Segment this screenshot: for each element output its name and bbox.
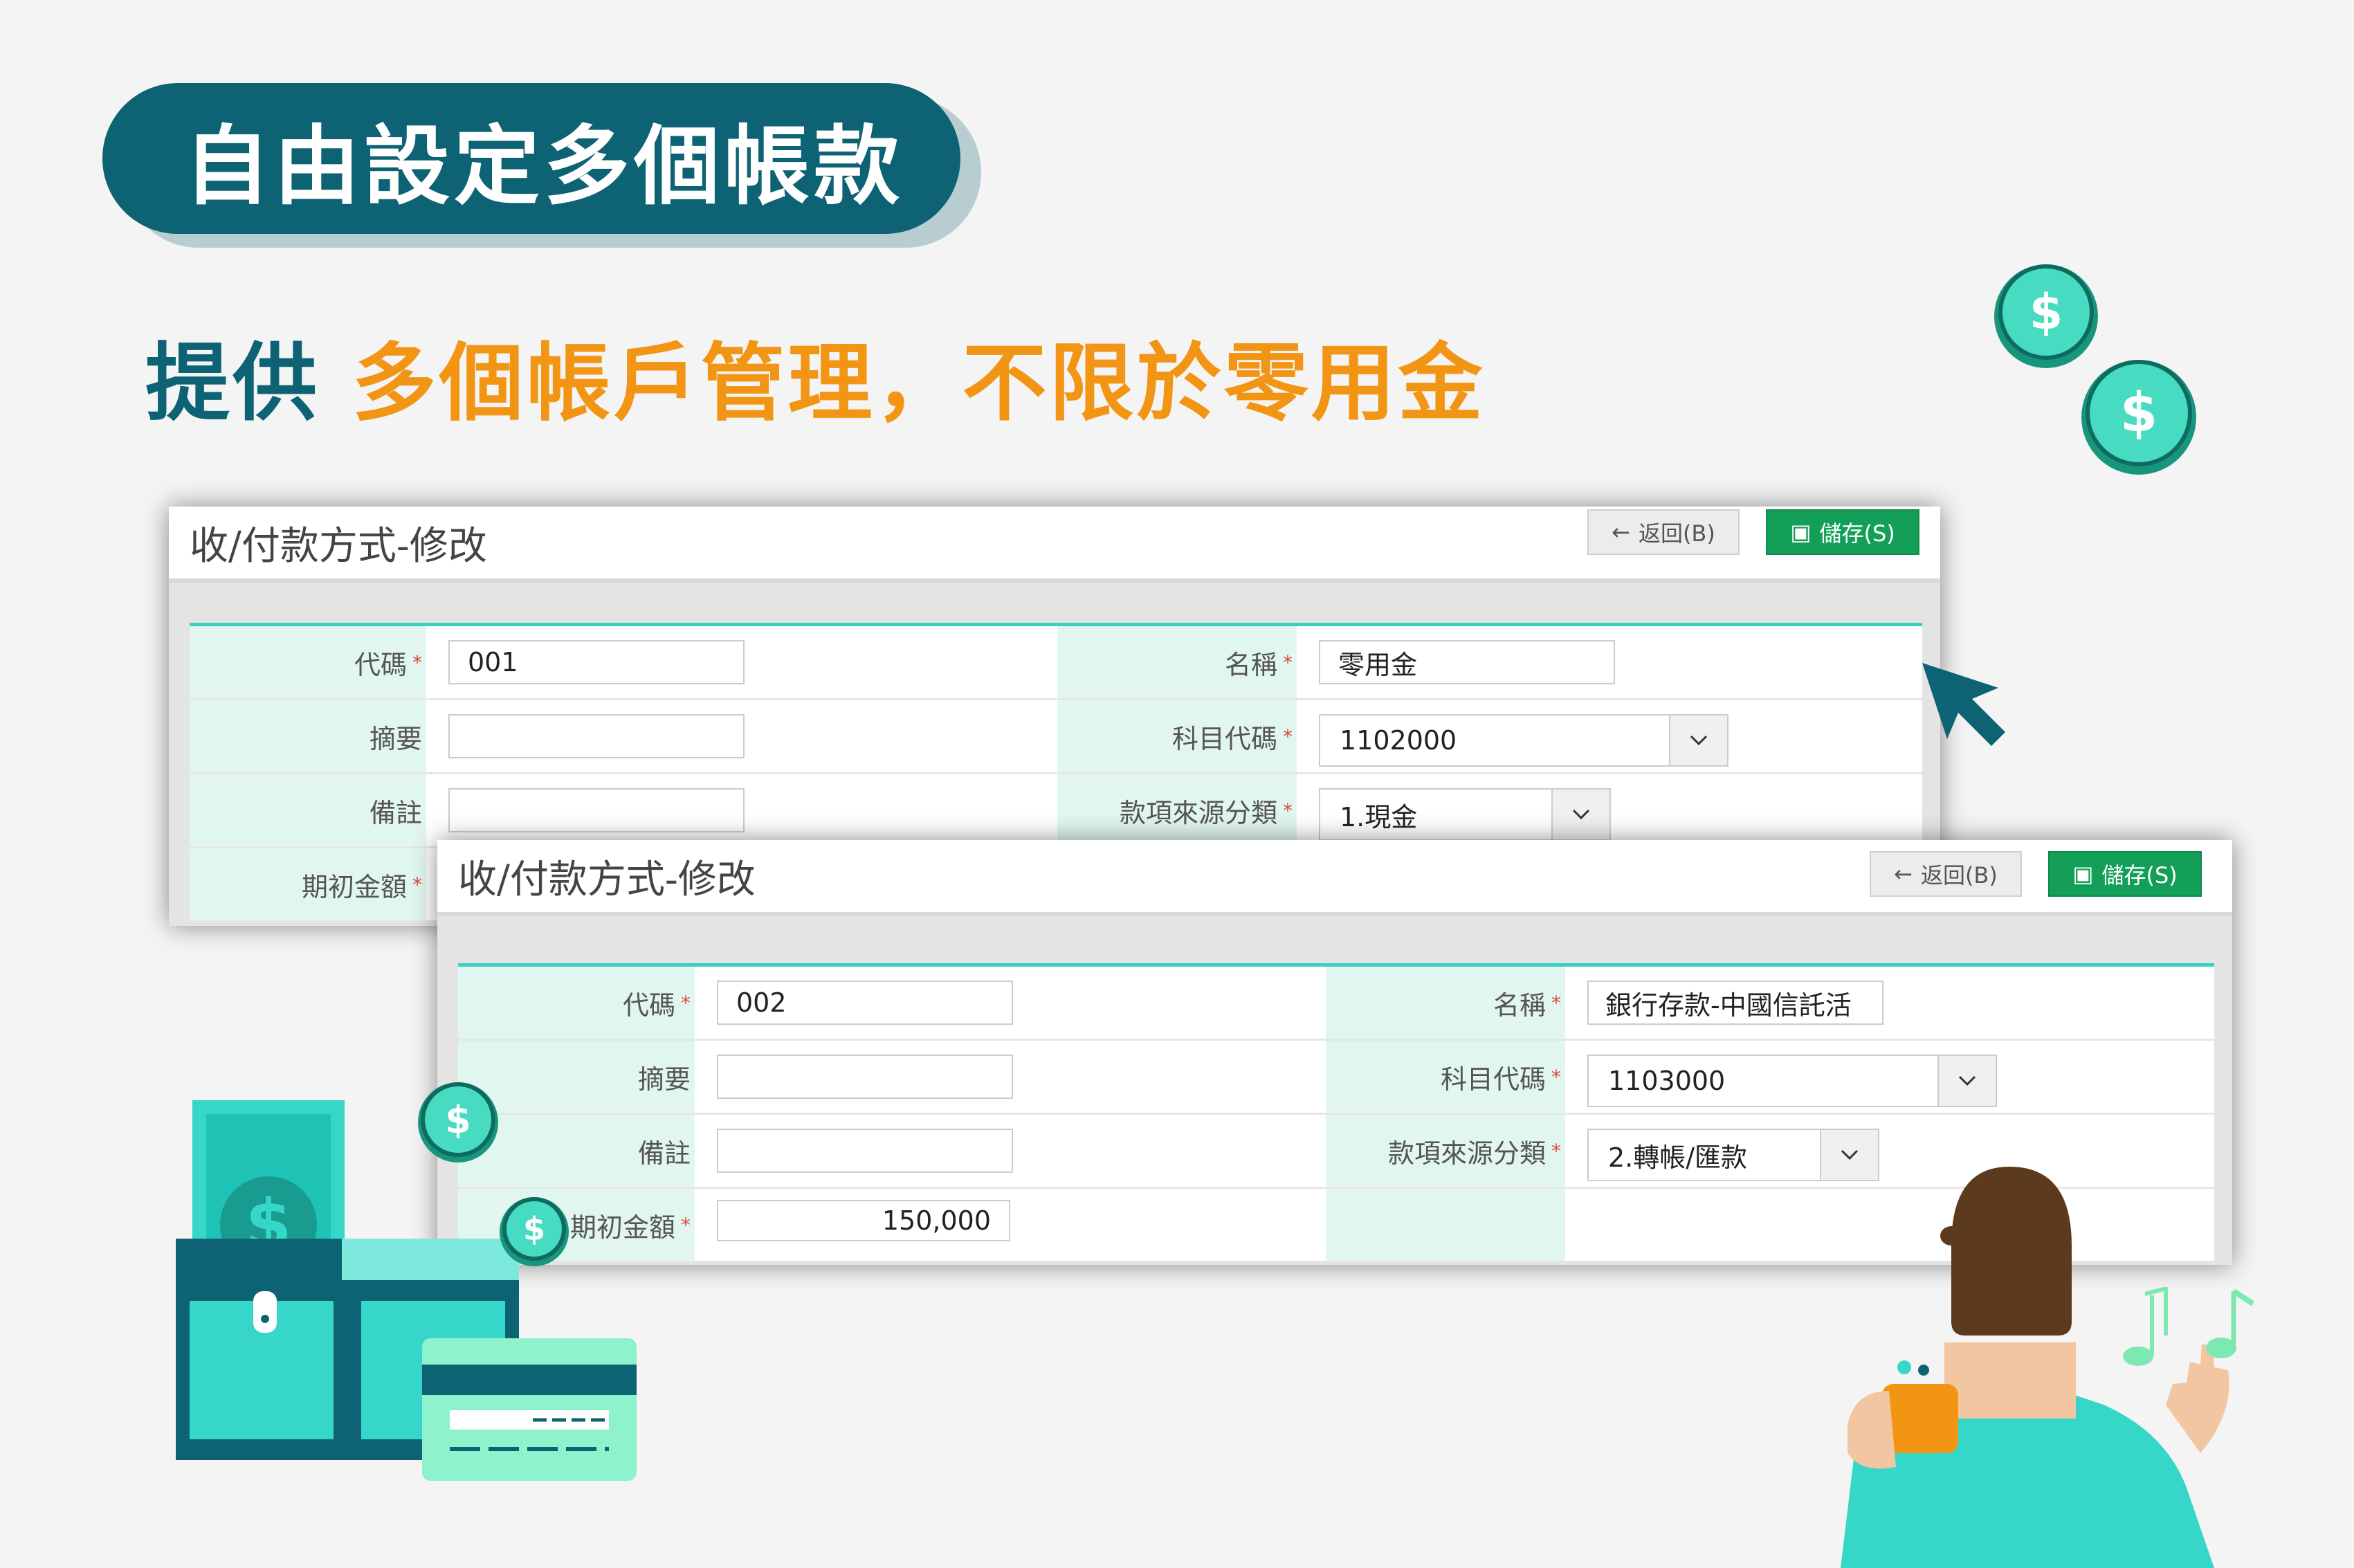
back-button[interactable]: ← 返回(B) (1587, 509, 1740, 555)
form-row: 摘要 科目代碼 * 1102000 (190, 700, 1922, 774)
floppy-disk-icon: ▣ (2072, 861, 2094, 887)
name-input[interactable]: 零用金 (1319, 640, 1615, 684)
headline-highlight: 多個帳戶管理，不限於零用金 (352, 334, 1486, 432)
code-input[interactable]: 001 (448, 640, 745, 684)
music-note-icon (2206, 1288, 2255, 1358)
arrow-left-icon: ← (1612, 519, 1630, 545)
account-code-select[interactable]: 1102000 (1319, 714, 1728, 767)
name-input[interactable]: 銀行存款-中國信託活 (1587, 981, 1883, 1025)
field-label: 款項來源分類 * (1326, 1115, 1565, 1187)
source-category-select[interactable]: 2.轉帳/匯款 (1587, 1129, 1879, 1181)
panel-header: 收/付款方式-修改 ← 返回(B) ▣ 儲存(S) (437, 840, 2232, 916)
field-label: 科目代碼 * (1326, 1041, 1565, 1113)
account-code-select[interactable]: 1103000 (1587, 1055, 1997, 1107)
summary-input[interactable] (448, 714, 745, 758)
chevron-down-icon[interactable] (1551, 790, 1609, 839)
empty-label-cell (1326, 1189, 1565, 1261)
panel-title: 收/付款方式-修改 (190, 524, 487, 569)
field-label: 代碼 * (458, 967, 695, 1039)
dollar-coin-icon: $ (1994, 264, 2098, 368)
panel-title: 收/付款方式-修改 (458, 857, 756, 902)
dollar-coin-icon: $ (418, 1082, 498, 1163)
save-button[interactable]: ▣ 儲存(S) (1766, 509, 1919, 555)
chevron-down-icon[interactable] (1669, 715, 1727, 765)
credit-card-icon (422, 1338, 637, 1481)
field-label: 代碼 * (190, 626, 426, 698)
opening-amount-input[interactable]: 150,000 (717, 1200, 1010, 1241)
floppy-disk-icon: ▣ (1790, 519, 1812, 545)
person-illustration (1841, 1167, 2229, 1568)
field-label: 名稱 * (1057, 626, 1297, 698)
note-input[interactable] (448, 788, 745, 832)
field-label: 摘要 (190, 700, 426, 772)
field-label: 款項來源分類 * (1057, 774, 1297, 846)
panel-header: 收/付款方式-修改 ← 返回(B) ▣ 儲存(S) (169, 507, 1940, 583)
arrow-left-icon: ← (1894, 861, 1913, 887)
title-pill: 自由設定多個帳款 (102, 83, 960, 234)
back-button[interactable]: ← 返回(B) (1870, 851, 2022, 897)
source-category-select[interactable]: 1.現金 (1319, 788, 1611, 841)
headline-lead: 提供 (145, 334, 320, 432)
music-note-icon (2123, 1287, 2168, 1366)
code-input[interactable]: 002 (717, 981, 1013, 1025)
field-label: 科目代碼 * (1057, 700, 1297, 772)
summary-input[interactable] (717, 1055, 1013, 1099)
form-row: 代碼 * 001 名稱 * 零用金 (190, 626, 1922, 700)
chevron-down-icon[interactable] (1937, 1056, 1996, 1106)
field-label: 備註 (190, 774, 426, 846)
banner-title: 自由設定多個帳款 (184, 117, 904, 217)
form-row: 備註 款項來源分類 * 1.現金 (190, 774, 1922, 848)
dollar-coin-icon: $ (2081, 360, 2196, 475)
field-label: 期初金額 * (190, 848, 426, 920)
dollar-coin-icon: $ (500, 1197, 569, 1266)
headline: 提供 多個帳戶管理，不限於零用金 (145, 315, 1485, 437)
field-label: 名稱 * (1326, 967, 1565, 1039)
mouse-cursor-icon (1922, 663, 2005, 746)
form-row: 摘要 科目代碼 * 1103000 (458, 1041, 2214, 1115)
form-row: 代碼 * 002 名稱 * 銀行存款-中國信託活 (458, 967, 2214, 1041)
note-input[interactable] (717, 1129, 1013, 1173)
save-button[interactable]: ▣ 儲存(S) (2048, 851, 2202, 897)
